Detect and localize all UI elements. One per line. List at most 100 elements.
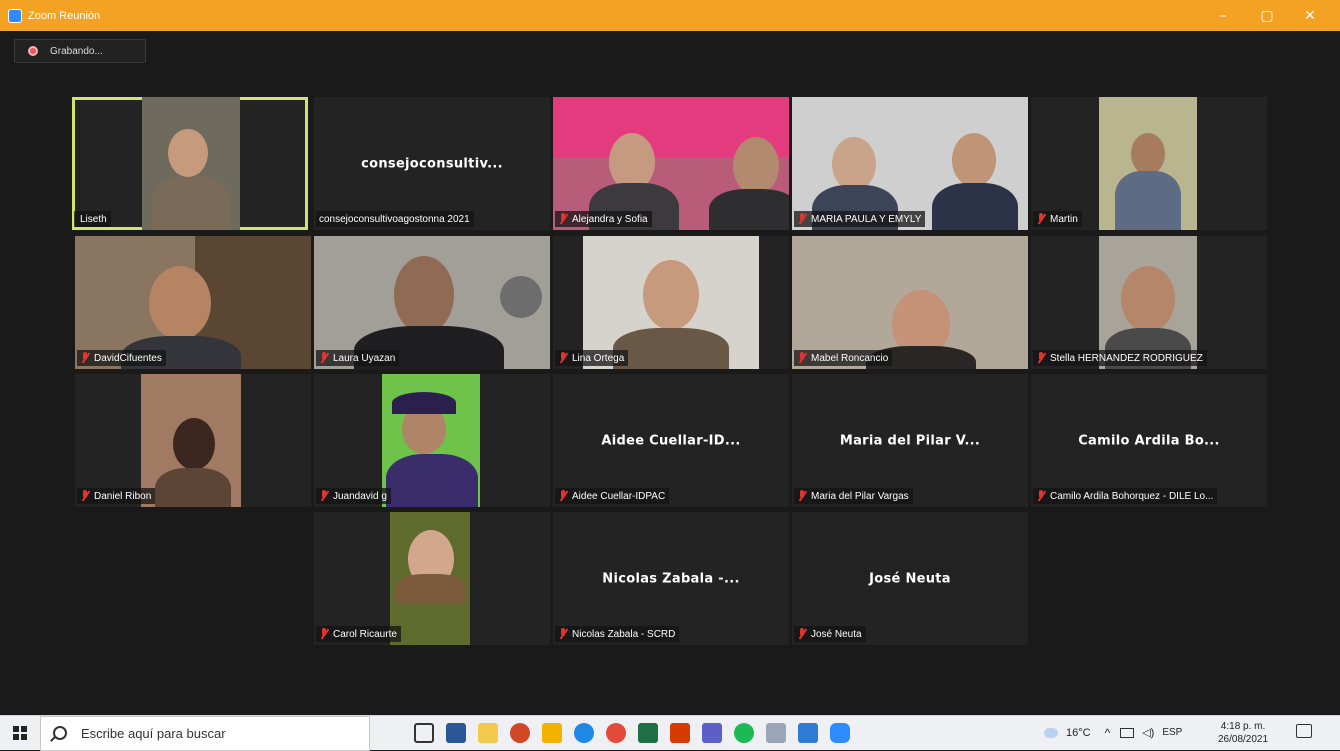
muted-mic-icon xyxy=(558,213,568,225)
minimize-button[interactable]: – xyxy=(1203,0,1243,31)
video-feed xyxy=(142,97,240,230)
muted-mic-icon xyxy=(80,490,90,502)
participant-tile[interactable]: Laura Uyazan xyxy=(314,236,550,369)
participant-tile[interactable]: Carol Ricaurte xyxy=(314,512,550,645)
participant-display-name: Aidee Cuellar-ID... xyxy=(601,433,741,448)
zoom-app-icon xyxy=(8,8,22,23)
name-label: José Neuta xyxy=(794,626,866,642)
name-label: Camilo Ardila Bohorquez - DILE Lo... xyxy=(1033,488,1218,504)
muted-mic-icon xyxy=(1036,213,1046,225)
participant-tile[interactable]: Stella HERNANDEZ RODRIGUEZ xyxy=(1031,236,1267,369)
chrome-icon[interactable] xyxy=(606,723,626,743)
participant-tile[interactable]: DavidCifuentes xyxy=(75,236,311,369)
network-icon[interactable] xyxy=(1120,727,1135,738)
muted-mic-icon xyxy=(797,490,807,502)
participant-tile[interactable]: Lina Ortega xyxy=(553,236,789,369)
video-feed xyxy=(382,374,480,507)
name-label: MARIA PAULA Y EMYLY xyxy=(794,211,926,227)
muted-mic-icon xyxy=(797,213,807,225)
name-label: Liseth xyxy=(74,211,111,227)
photos-icon[interactable] xyxy=(766,723,786,743)
participant-tile[interactable]: Liseth xyxy=(72,97,308,230)
participant-tile[interactable]: consejoconsultiv... consejoconsultivoago… xyxy=(314,97,550,230)
task-view-icon[interactable] xyxy=(414,723,434,743)
show-hidden-icons-icon[interactable]: ^ xyxy=(1105,726,1111,740)
title-bar: Zoom Reunión – ▢ ✕ xyxy=(0,0,1340,31)
store-icon[interactable] xyxy=(798,723,818,743)
participant-tile[interactable]: Camilo Ardila Bo... Camilo Ardila Bohorq… xyxy=(1031,374,1267,507)
muted-mic-icon xyxy=(558,490,568,502)
name-label: Lina Ortega xyxy=(555,350,629,366)
office-icon[interactable] xyxy=(670,723,690,743)
among-us-icon[interactable] xyxy=(542,723,562,743)
recording-label: Grabando... xyxy=(50,45,103,57)
meeting-area: Grabando... Liseth consejoconsultiv... c… xyxy=(0,31,1340,715)
start-button[interactable] xyxy=(0,716,40,751)
name-label: Stella HERNANDEZ RODRIGUEZ xyxy=(1033,350,1207,366)
name-label: Maria del Pilar Vargas xyxy=(794,488,913,504)
excel-icon[interactable] xyxy=(638,723,658,743)
teams-icon[interactable] xyxy=(702,723,722,743)
muted-mic-icon xyxy=(558,628,568,640)
language-indicator[interactable]: ESP xyxy=(1162,727,1182,738)
participant-display-name: José Neuta xyxy=(869,571,951,586)
close-button[interactable]: ✕ xyxy=(1290,0,1330,31)
word-icon[interactable] xyxy=(446,723,466,743)
spotify-icon[interactable] xyxy=(734,723,754,743)
name-label: Daniel Ribon xyxy=(77,488,156,504)
participant-display-name: Maria del Pilar V... xyxy=(839,433,981,448)
participant-tile[interactable]: Nicolas Zabala -... Nicolas Zabala - SCR… xyxy=(553,512,789,645)
participant-tile[interactable]: MARIA PAULA Y EMYLY xyxy=(792,97,1028,230)
name-label: Mabel Roncancio xyxy=(794,350,893,366)
recording-indicator[interactable]: Grabando... xyxy=(14,39,146,63)
volume-icon[interactable]: ◁) xyxy=(1142,726,1154,739)
name-label: Juandavid g xyxy=(316,488,391,504)
window-title: Zoom Reunión xyxy=(28,9,101,22)
name-label: Aidee Cuellar-IDPAC xyxy=(555,488,670,504)
name-label: DavidCifuentes xyxy=(77,350,166,366)
file-explorer-icon[interactable] xyxy=(478,723,498,743)
participant-tile[interactable]: Mabel Roncancio xyxy=(792,236,1028,369)
system-tray: 16°C ^ ◁) ESP xyxy=(1044,715,1182,750)
name-label: Nicolas Zabala - SCRD xyxy=(555,626,680,642)
muted-mic-icon xyxy=(319,628,329,640)
muted-mic-icon xyxy=(319,490,329,502)
muted-mic-icon xyxy=(797,628,807,640)
name-label: Martin xyxy=(1033,211,1082,227)
participant-tile[interactable]: Aidee Cuellar-ID... Aidee Cuellar-IDPAC xyxy=(553,374,789,507)
participant-tile[interactable]: Martin xyxy=(1031,97,1267,230)
name-label: consejoconsultivoagostonna 2021 xyxy=(316,211,474,227)
edge-icon[interactable] xyxy=(574,723,594,743)
notifications-icon[interactable] xyxy=(1296,724,1312,738)
muted-mic-icon xyxy=(1036,352,1046,364)
search-placeholder: Escribe aquí para buscar xyxy=(81,725,226,741)
video-feed xyxy=(141,374,241,507)
search-icon xyxy=(53,726,67,740)
participant-tile[interactable]: Juandavid g xyxy=(314,374,550,507)
participant-tile[interactable]: Daniel Ribon xyxy=(75,374,311,507)
participant-tile[interactable]: Alejandra y Sofia xyxy=(553,97,789,230)
taskbar-search-box[interactable]: Escribe aquí para buscar xyxy=(40,715,370,751)
clock-time: 4:18 p. m. xyxy=(1220,720,1266,732)
muted-mic-icon xyxy=(319,352,329,364)
participant-display-name: Camilo Ardila Bo... xyxy=(1078,433,1220,448)
record-dot-icon xyxy=(28,46,38,56)
participant-tile[interactable]: José Neuta José Neuta xyxy=(792,512,1028,645)
muted-mic-icon xyxy=(558,352,568,364)
zoom-taskbar-icon[interactable] xyxy=(830,723,850,743)
participant-display-name: Nicolas Zabala -... xyxy=(602,571,740,586)
name-label: Alejandra y Sofia xyxy=(555,211,652,227)
participant-display-name: consejoconsultiv... xyxy=(361,156,503,171)
participant-tile[interactable]: Maria del Pilar V... Maria del Pilar Var… xyxy=(792,374,1028,507)
muted-mic-icon xyxy=(80,352,90,364)
maximize-button[interactable]: ▢ xyxy=(1247,0,1287,31)
muted-mic-icon xyxy=(797,352,807,364)
weather-temp[interactable]: 16°C xyxy=(1066,727,1091,739)
weather-icon xyxy=(1044,727,1058,738)
video-feed xyxy=(1099,97,1197,230)
clock[interactable]: 4:18 p. m. 26/08/2021 xyxy=(1218,715,1268,750)
name-label: Carol Ricaurte xyxy=(316,626,401,642)
windows-logo-icon xyxy=(13,726,27,740)
video-feed xyxy=(390,512,470,645)
powerpoint-icon[interactable] xyxy=(510,723,530,743)
